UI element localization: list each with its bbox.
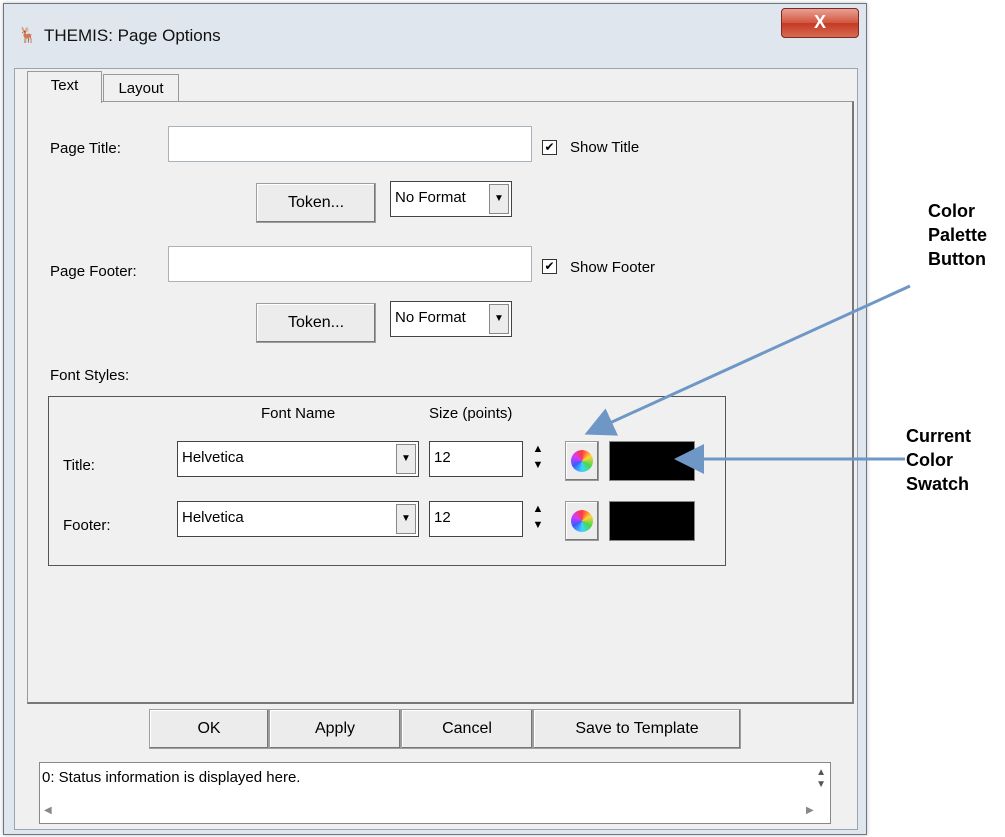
palette-arrow — [584, 284, 911, 436]
swatch-annotation: Current Color Swatch — [906, 426, 972, 494]
palette-annotation: Color Palette Button — [928, 201, 988, 269]
annotation-arrows — [584, 284, 911, 474]
tab-text[interactable]: Text — [27, 71, 102, 103]
